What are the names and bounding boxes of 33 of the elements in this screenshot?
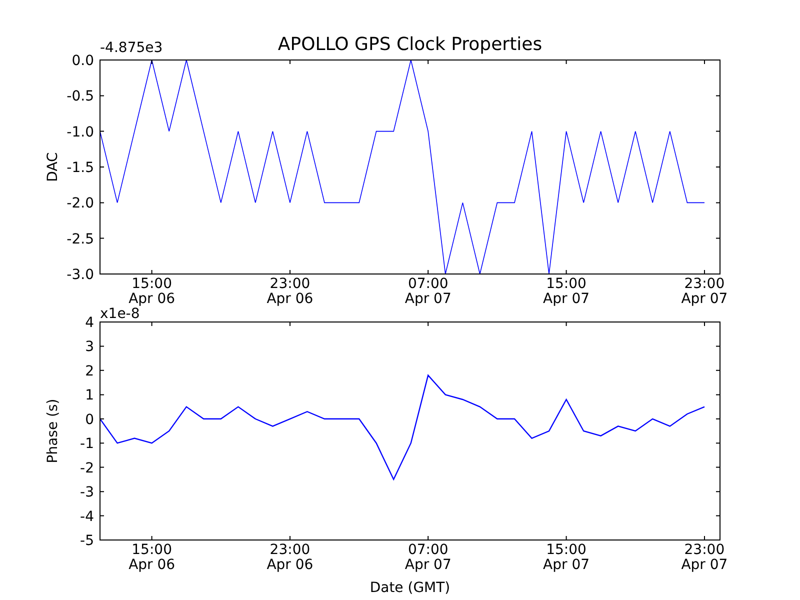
- tick-label: -1: [80, 436, 94, 452]
- tick-label: -1.0: [66, 124, 94, 140]
- tick-label: -3: [80, 484, 94, 501]
- tick-label: 1: [85, 388, 94, 404]
- tick-label: 07:00 Apr 07: [404, 542, 452, 573]
- tick-label: -2.5: [66, 231, 94, 248]
- tick-label: -3.0: [66, 267, 94, 283]
- tick-label: 23:00 Apr 07: [681, 276, 728, 307]
- axis-offset-label: x1e-8: [100, 306, 140, 322]
- tick-label: -2.0: [66, 196, 94, 212]
- tick-label: -0.5: [66, 88, 94, 105]
- axis-label: Phase (s): [45, 398, 61, 464]
- tick-label: 15:00 Apr 07: [543, 276, 590, 307]
- tick-label: 3: [85, 339, 94, 356]
- tick-label: 23:00 Apr 06: [266, 542, 314, 573]
- tick-label: -4: [80, 508, 94, 525]
- tick-label: 2: [85, 363, 94, 380]
- tick-label: 23:00 Apr 07: [681, 542, 728, 573]
- tick-label: 0.0: [72, 53, 94, 69]
- tick-label: 4: [85, 315, 94, 331]
- axis-label: Date (GMT): [370, 580, 450, 596]
- tick-label: 15:00 Apr 06: [128, 276, 176, 307]
- tick-label: 07:00 Apr 07: [404, 276, 452, 307]
- axis-label: DAC: [45, 152, 61, 182]
- chart-title: APOLLO GPS Clock Properties: [278, 34, 542, 55]
- tick-label: -2: [80, 460, 94, 476]
- tick-label: -5: [80, 533, 94, 549]
- tick-label: 0: [85, 412, 94, 428]
- tick-label: 23:00 Apr 06: [266, 276, 314, 307]
- axis-offset-label: -4.875e3: [100, 40, 163, 56]
- tick-label: -1.5: [66, 160, 94, 176]
- tick-label: 15:00 Apr 06: [128, 542, 176, 573]
- tick-label: 15:00 Apr 07: [543, 542, 590, 573]
